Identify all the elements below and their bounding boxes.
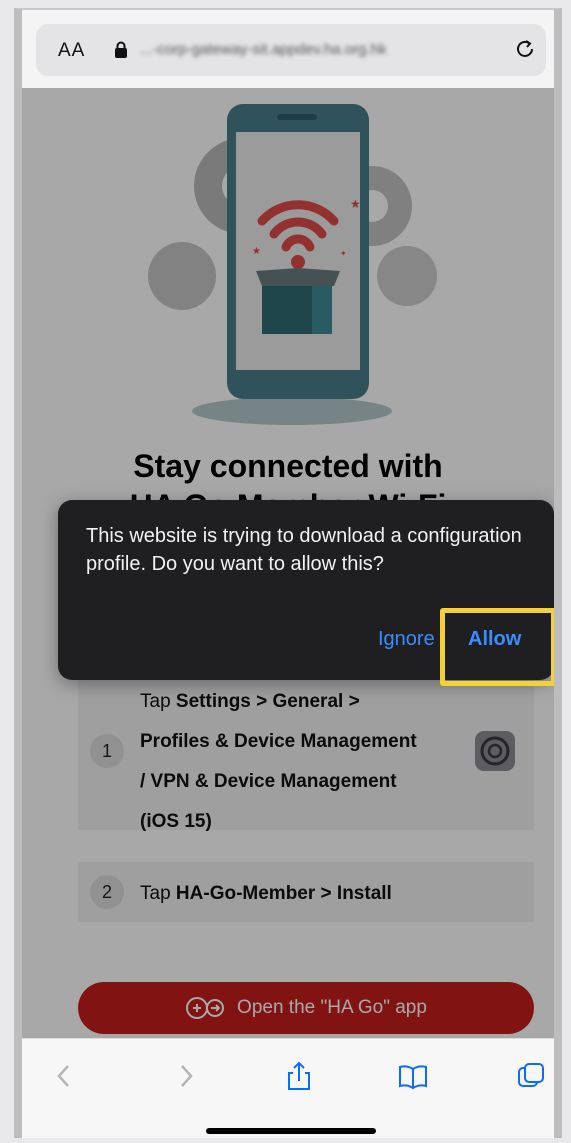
- browser-toolbar: [22, 1038, 554, 1138]
- text-size-button[interactable]: AA: [58, 40, 85, 62]
- home-indicator: [206, 1128, 376, 1134]
- chevron-left-icon[interactable]: [50, 1061, 80, 1091]
- dialog-message: This website is trying to download a con…: [86, 525, 522, 575]
- url-text[interactable]: ...-corp-gateway-sit.appdev.ha.org.hk: [140, 41, 387, 58]
- chevron-right-icon[interactable]: [170, 1061, 200, 1091]
- address-bar-area: AA ...-corp-gateway-sit.appdev.ha.org.hk: [22, 10, 554, 88]
- ignore-button[interactable]: Ignore: [378, 628, 435, 651]
- reload-icon[interactable]: [512, 36, 538, 62]
- download-profile-dialog: This website is trying to download a con…: [58, 500, 554, 686]
- address-bar[interactable]: AA ...-corp-gateway-sit.appdev.ha.org.hk: [36, 24, 546, 76]
- phone-frame: AA ...-corp-gateway-sit.appdev.ha.org.hk: [14, 8, 562, 1138]
- share-icon[interactable]: [284, 1061, 314, 1091]
- book-icon[interactable]: [398, 1061, 428, 1091]
- allow-button[interactable]: Allow: [468, 628, 521, 651]
- tabs-icon[interactable]: [516, 1061, 546, 1091]
- lock-icon: [115, 41, 127, 58]
